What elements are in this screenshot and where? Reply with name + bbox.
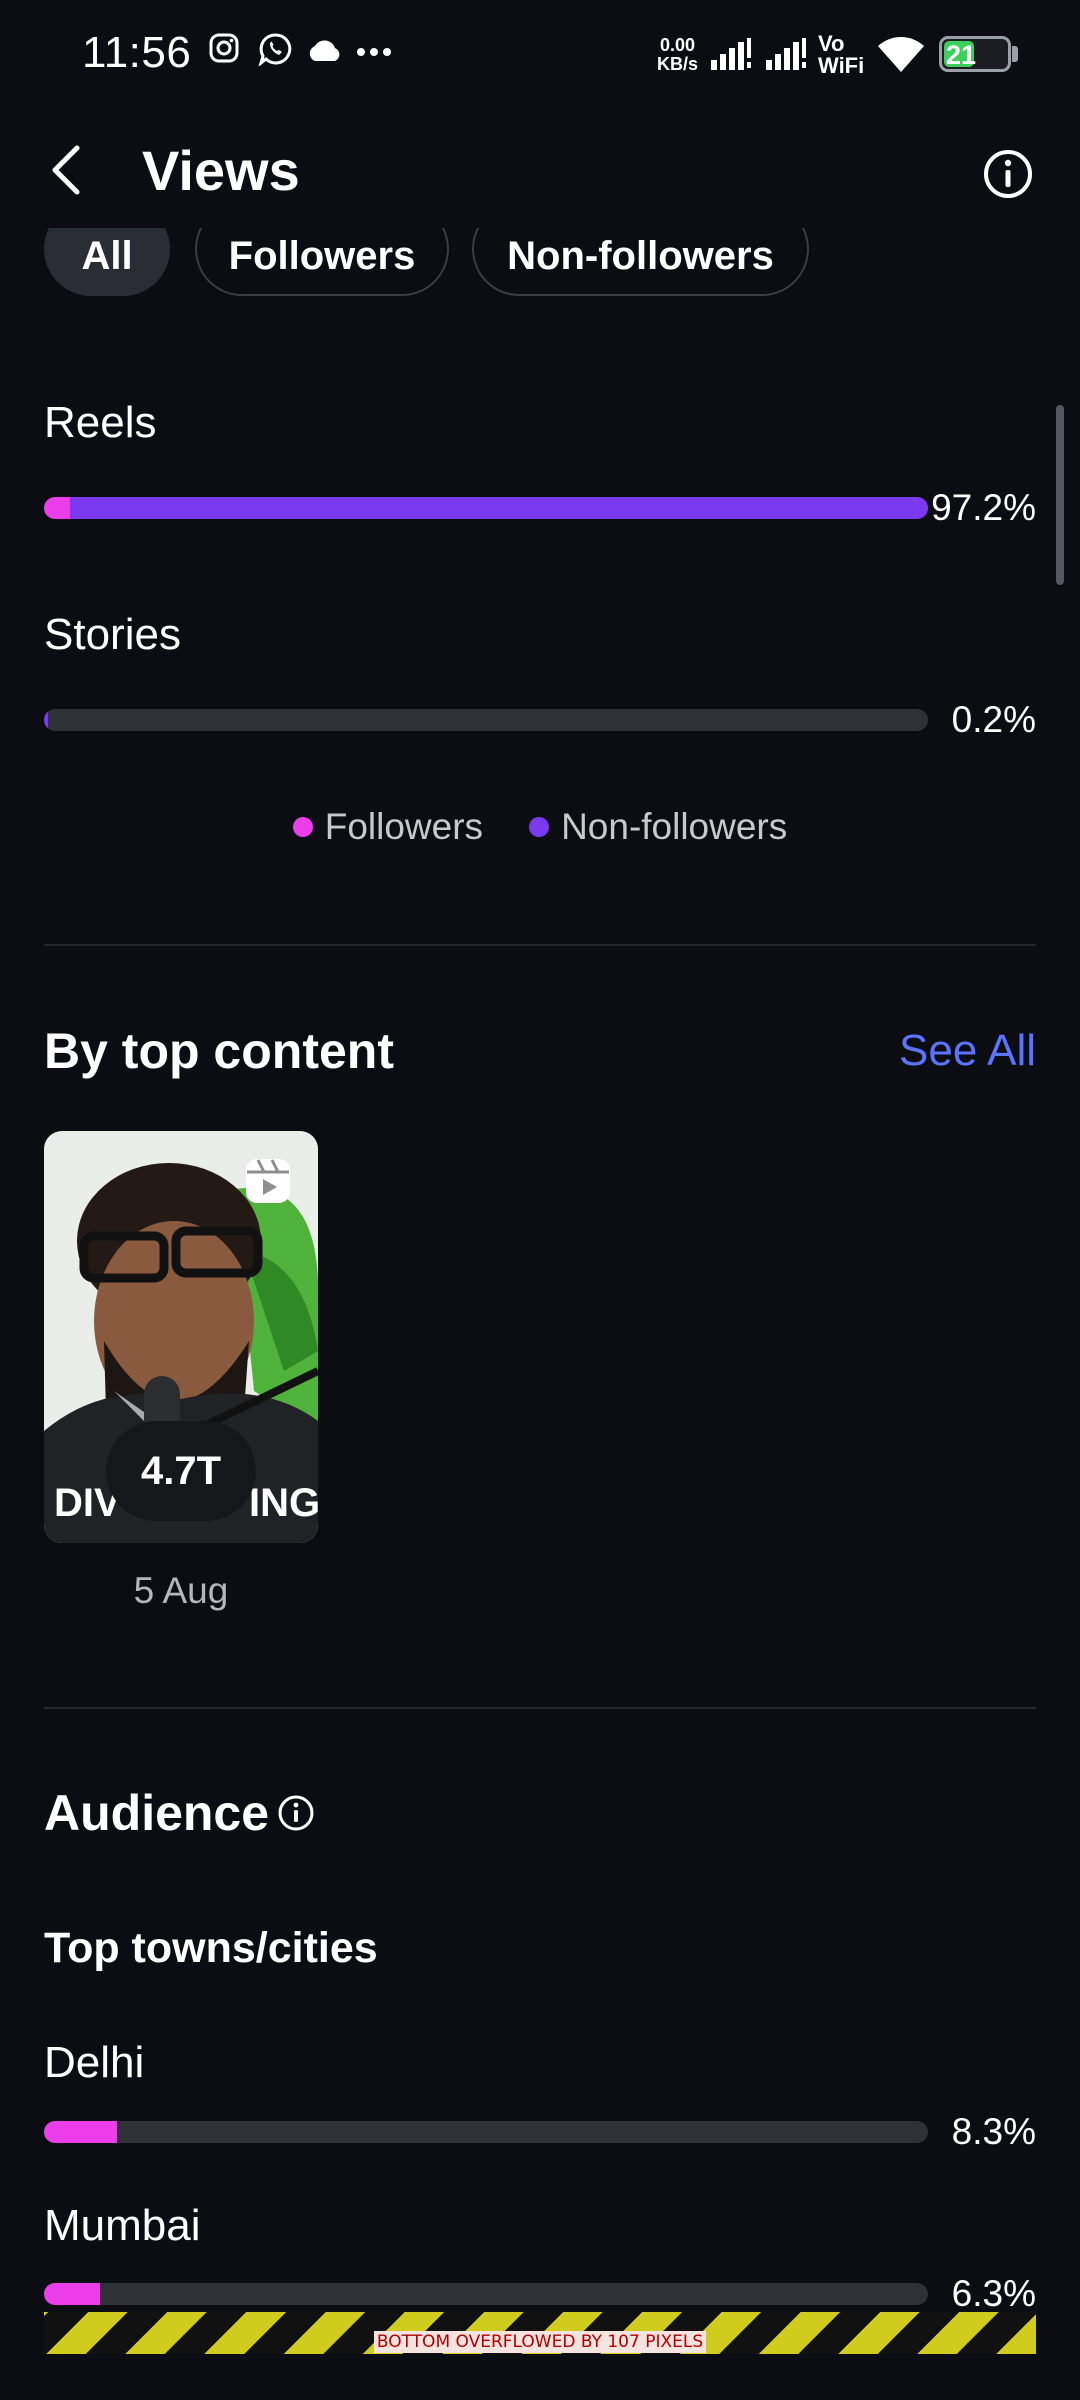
filter-chip-label: Followers bbox=[228, 233, 416, 278]
whatsapp-icon bbox=[258, 33, 292, 66]
battery-icon: 21 bbox=[939, 36, 1011, 72]
filter-chip-followers[interactable]: Followers bbox=[195, 228, 449, 296]
content-type-label-stories: Stories bbox=[44, 610, 181, 659]
cloud-icon bbox=[309, 40, 340, 61]
vowifi-bottom: WiFi bbox=[818, 53, 865, 78]
followers-segment bbox=[44, 497, 70, 519]
wifi-icon bbox=[878, 37, 924, 72]
city-bar-fill bbox=[44, 2283, 100, 2305]
city-percent-delhi: 8.3% bbox=[951, 2111, 1036, 2152]
views-count: 4.7T bbox=[140, 1448, 222, 1493]
filter-chip-non-followers[interactable]: Non-followers bbox=[472, 228, 809, 296]
filter-chip-label: All bbox=[81, 233, 133, 278]
section-divider bbox=[44, 1707, 1036, 1709]
section-divider bbox=[44, 944, 1036, 946]
vowifi-top: Vo bbox=[818, 31, 845, 56]
info-icon[interactable] bbox=[978, 144, 1038, 204]
battery-tip bbox=[1012, 46, 1018, 62]
city-bar-delhi bbox=[44, 2121, 928, 2143]
audience-filter-chips: All Followers Non-followers bbox=[0, 228, 1080, 313]
app-header: Views bbox=[0, 110, 1080, 230]
top-content-title: By top content bbox=[44, 1023, 394, 1079]
city-label-delhi: Delhi bbox=[44, 2038, 145, 2087]
top-cities-title: Top towns/cities bbox=[44, 1924, 378, 1972]
overflow-warning-label: BOTTOM OVERFLOWED BY 107 PIXELS bbox=[44, 2331, 1036, 2353]
network-speed: 0.00 KB/s bbox=[657, 36, 698, 74]
reel-icon bbox=[246, 1159, 290, 1203]
legend-item-followers: Followers bbox=[292, 806, 484, 848]
back-button[interactable] bbox=[36, 140, 96, 200]
city-label-mumbai: Mumbai bbox=[44, 2201, 201, 2250]
network-speed-unit: KB/s bbox=[657, 54, 699, 74]
content-type-percent-reels: 97.2% bbox=[931, 487, 1036, 528]
svg-text:ING: ING bbox=[249, 1481, 318, 1525]
chart-legend: Followers Non-followers bbox=[0, 806, 1080, 848]
content-type-label-reels: Reels bbox=[44, 398, 157, 447]
network-speed-value: 0.00 bbox=[659, 35, 696, 55]
city-bar-mumbai bbox=[44, 2283, 928, 2305]
signal-sim2-icon bbox=[766, 38, 806, 70]
instagram-icon bbox=[209, 33, 239, 63]
filter-chip-label: Non-followers bbox=[507, 233, 774, 278]
page-title: Views bbox=[142, 139, 300, 202]
legend-item-non-followers: Non-followers bbox=[529, 806, 787, 848]
chevron-left-icon bbox=[52, 145, 80, 195]
more-notifications-icon bbox=[357, 48, 391, 56]
overflow-warning-text: BOTTOM OVERFLOWED BY 107 PIXELS bbox=[373, 2331, 707, 2353]
audience-title: Audience bbox=[44, 1785, 270, 1841]
content-type-bar-reels bbox=[44, 497, 928, 519]
signal-sim1-icon bbox=[711, 38, 751, 70]
audience-info-icon[interactable] bbox=[276, 1793, 316, 1833]
legend-label: Followers bbox=[324, 806, 484, 847]
content-date: 5 Aug bbox=[133, 1570, 229, 1611]
city-bar-fill bbox=[44, 2121, 118, 2143]
vowifi-indicator: Vo WiFi bbox=[818, 33, 864, 77]
status-bar: 11:56 0.00 KB/s Vo WiFi 21 bbox=[0, 0, 1080, 110]
scrollbar[interactable] bbox=[1056, 405, 1064, 585]
filter-chip-all[interactable]: All bbox=[44, 228, 170, 296]
legend-dot-non-followers bbox=[529, 817, 550, 837]
non-followers-segment bbox=[44, 709, 48, 731]
legend-label: Non-followers bbox=[561, 806, 788, 847]
views-count-pill: 4.7T bbox=[106, 1421, 256, 1521]
city-percent-mumbai: 6.3% bbox=[951, 2273, 1036, 2314]
content-type-bar-stories bbox=[44, 709, 928, 731]
battery-level: 21 bbox=[946, 40, 977, 70]
top-content-thumbnail[interactable]: DIV ING 4.7T bbox=[44, 1131, 318, 1543]
non-followers-segment bbox=[69, 497, 928, 519]
content-type-percent-stories: 0.2% bbox=[951, 699, 1036, 740]
see-all-link[interactable]: See All bbox=[899, 1026, 1036, 1076]
legend-dot-followers bbox=[292, 817, 313, 837]
status-time: 11:56 bbox=[82, 28, 192, 77]
overflow-warning-stripe: BOTTOM OVERFLOWED BY 107 PIXELS bbox=[44, 2312, 1036, 2354]
